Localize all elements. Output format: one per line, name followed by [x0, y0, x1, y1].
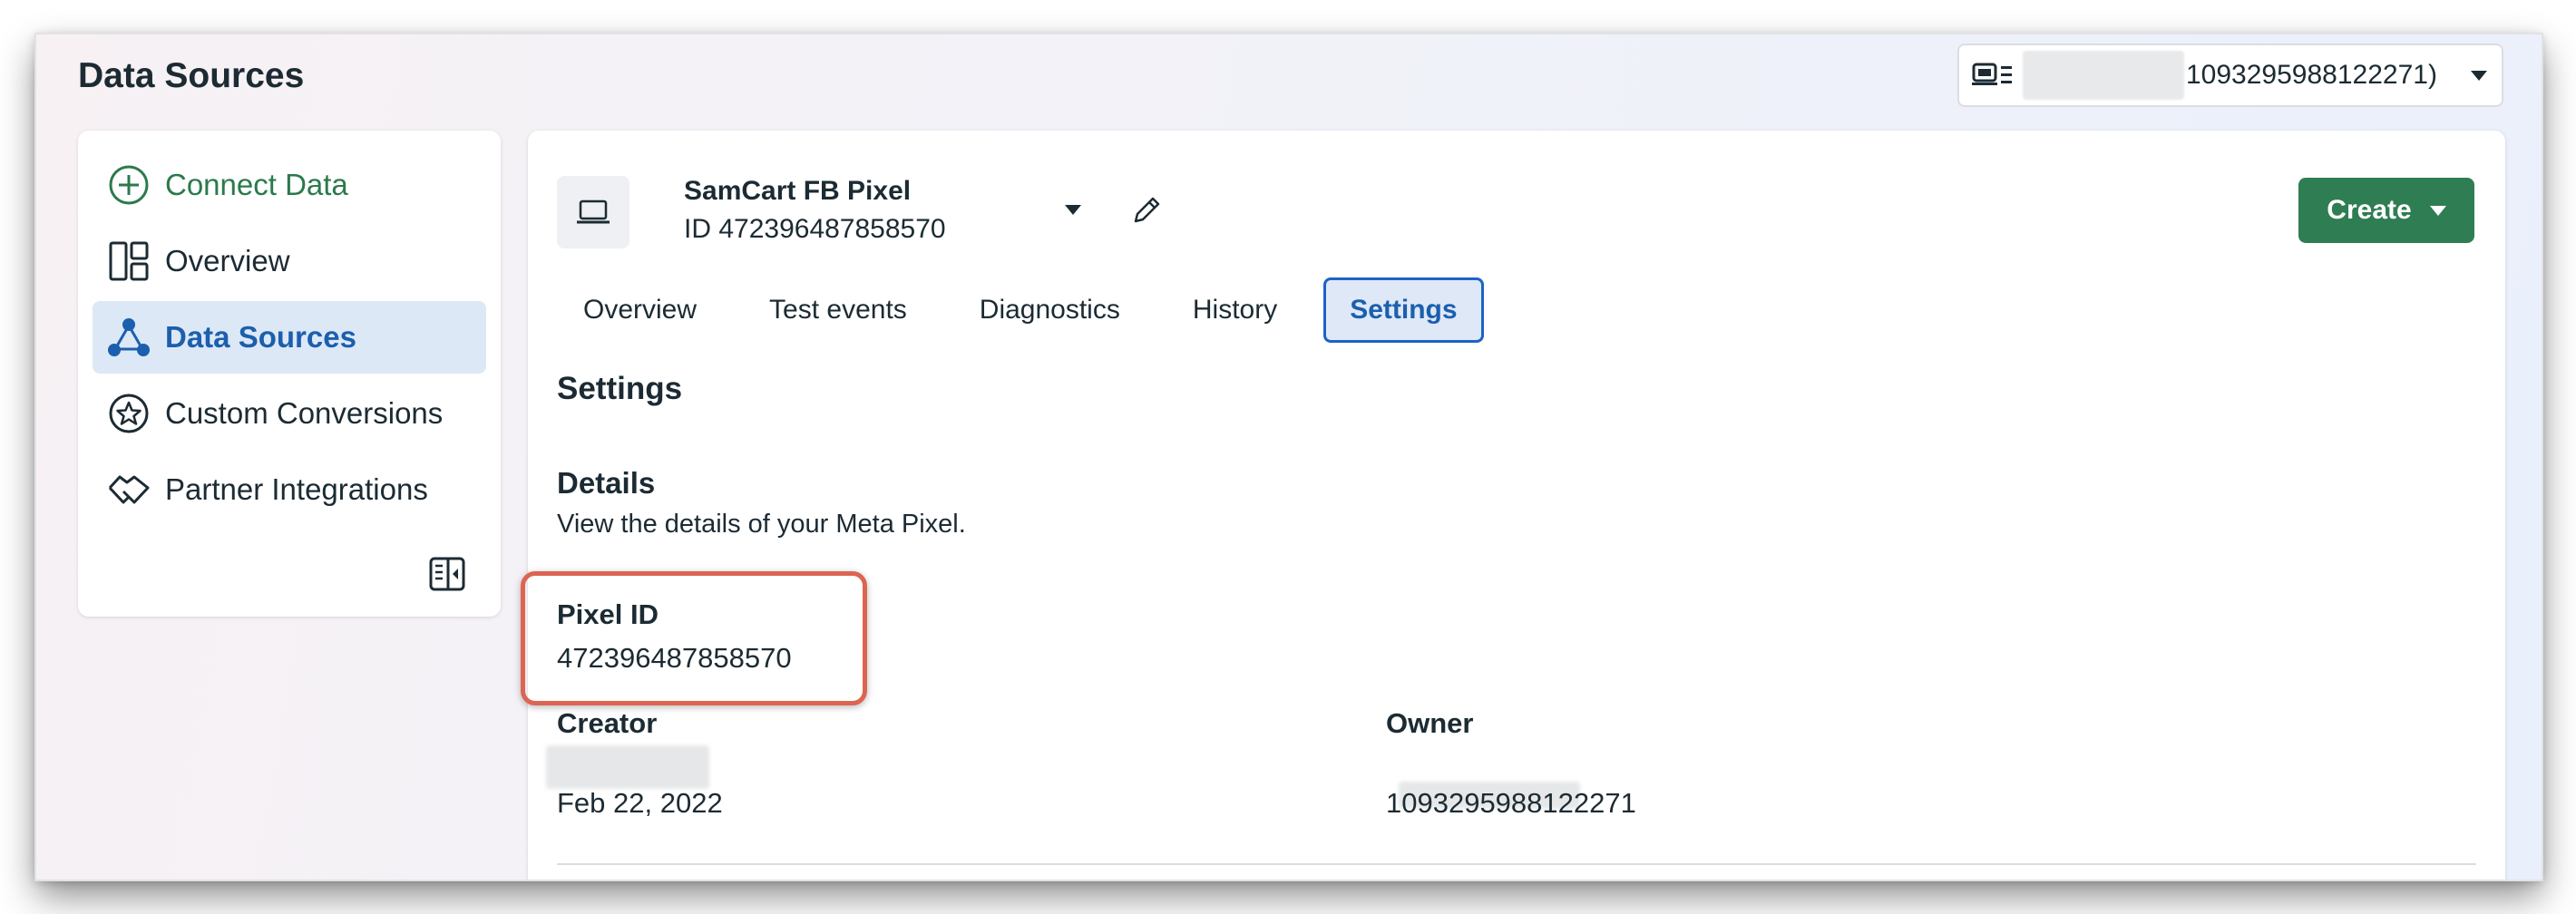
sidebar-item-partner-integrations[interactable]: Partner Integrations [93, 453, 486, 526]
details-heading: Details [557, 466, 656, 500]
tab-diagnostics[interactable]: Diagnostics [953, 277, 1147, 343]
sidebar: Connect Data Overview Data Sources Custo… [78, 131, 501, 617]
tab-settings[interactable]: Settings [1323, 277, 1484, 343]
pixel-dropdown-chevron-icon[interactable] [1065, 205, 1081, 215]
main-panel: SamCart FB Pixel ID 472396487858570 Crea… [521, 131, 2505, 880]
chevron-down-icon [2429, 205, 2446, 216]
tab-history[interactable]: History [1166, 277, 1303, 343]
tab-bar: Overview Test events Diagnostics History… [557, 276, 1504, 345]
sidebar-item-overview[interactable]: Overview [93, 225, 486, 297]
divider [557, 863, 2476, 865]
pixel-id-value: 472396487858570 [557, 642, 792, 674]
handshake-icon [107, 468, 151, 511]
chevron-down-icon [2471, 70, 2487, 81]
sidebar-item-label: Overview [165, 244, 290, 277]
laptop-icon [557, 176, 629, 248]
sidebar-item-label: Custom Conversions [165, 396, 444, 430]
pixel-name: SamCart FB Pixel [684, 176, 912, 206]
plus-circle-icon [107, 163, 151, 207]
tab-overview[interactable]: Overview [557, 277, 723, 343]
account-id-text: 1093295988122271) [2186, 60, 2437, 90]
star-circle-icon [107, 392, 151, 435]
create-button-label: Create [2327, 195, 2412, 225]
pixel-id-header: ID 472396487858570 [684, 214, 946, 244]
sidebar-item-label: Connect Data [165, 168, 348, 201]
create-button[interactable]: Create [2298, 178, 2474, 243]
edit-pencil-icon[interactable] [1128, 192, 1165, 228]
business-account-icon [1972, 60, 2015, 91]
sidebar-item-connect-data[interactable]: Connect Data [93, 149, 486, 221]
layout-grid-icon [107, 239, 151, 283]
sidebar-item-label: Data Sources [165, 320, 356, 354]
creator-date: Feb 22, 2022 [557, 787, 723, 819]
tab-test-events[interactable]: Test events [743, 277, 933, 343]
settings-heading: Settings [557, 371, 683, 406]
network-icon [107, 316, 151, 359]
owner-id: 1093295988122271 [1386, 787, 1636, 819]
collapse-sidebar-icon[interactable] [428, 555, 466, 593]
redacted-account-name [2023, 51, 2184, 100]
creator-label: Creator [557, 707, 658, 739]
redacted-creator-name [546, 745, 709, 789]
details-description: View the details of your Meta Pixel. [557, 510, 966, 539]
sidebar-item-label: Partner Integrations [165, 472, 428, 506]
pixel-id-highlight [521, 571, 867, 705]
pixel-id-label: Pixel ID [557, 598, 659, 630]
sidebar-item-custom-conversions[interactable]: Custom Conversions [93, 377, 486, 450]
page-title: Data Sources [78, 56, 305, 95]
sidebar-item-data-sources[interactable]: Data Sources [93, 301, 486, 374]
owner-label: Owner [1386, 707, 1474, 739]
account-selector[interactable]: 1093295988122271) [1957, 44, 2503, 107]
app-window: Data Sources 1093295988122271) Connect D… [36, 34, 2542, 880]
